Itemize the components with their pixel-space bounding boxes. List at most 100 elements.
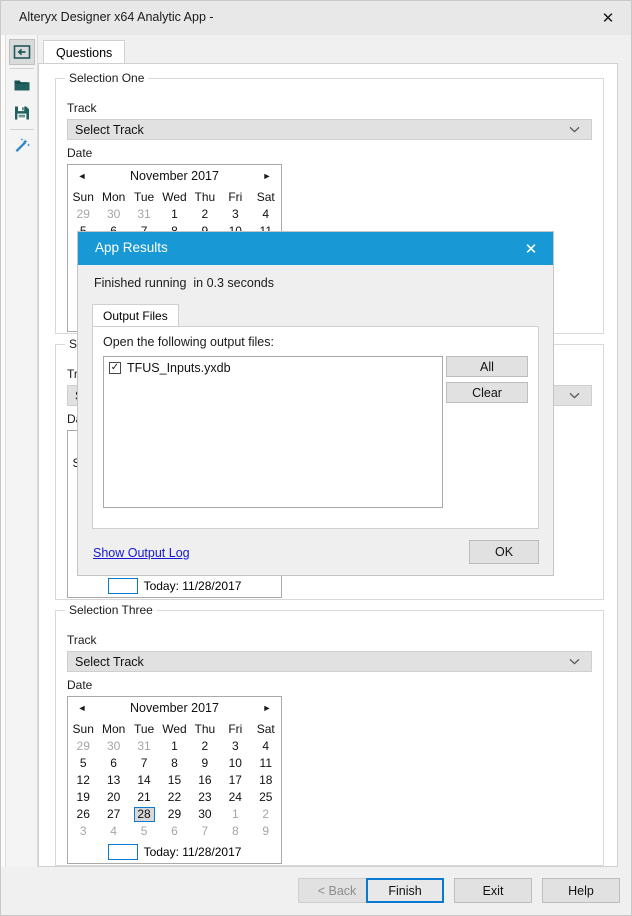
- date-calendar-three[interactable]: ◄ November 2017 ► Sun Mon Tue Wed Thu Fri Sat …: [67, 696, 282, 864]
- help-button[interactable]: Help: [542, 878, 620, 903]
- calendar-day[interactable]: 6: [98, 755, 128, 772]
- calendar-day[interactable]: 27: [98, 806, 128, 823]
- tab-questions[interactable]: Questions: [43, 40, 126, 64]
- calendar-day-number: 14: [137, 773, 151, 787]
- calendar-today-label-two[interactable]: Today: 11/28/2017: [144, 579, 242, 593]
- calendar-day[interactable]: 3: [68, 823, 98, 840]
- calendar-day[interactable]: 7: [129, 755, 159, 772]
- calendar-day[interactable]: 29: [68, 206, 98, 223]
- calendar-month-title-one[interactable]: November 2017: [130, 169, 219, 183]
- exit-button[interactable]: Exit: [454, 878, 532, 903]
- back-button[interactable]: < Back: [298, 878, 376, 903]
- calendar-day[interactable]: 29: [159, 806, 189, 823]
- calendar-day[interactable]: 9: [251, 823, 281, 840]
- calendar-day[interactable]: 23: [190, 789, 220, 806]
- calendar-day[interactable]: 19: [68, 789, 98, 806]
- calendar-prev-icon[interactable]: ◄: [71, 165, 93, 187]
- finish-button[interactable]: Finish: [366, 878, 444, 903]
- calendar-day[interactable]: 5: [129, 823, 159, 840]
- calendar-day-number: 26: [76, 807, 90, 821]
- calendar-day[interactable]: 8: [220, 823, 250, 840]
- file-checkbox[interactable]: ✓: [109, 362, 121, 374]
- calendar-day[interactable]: 1: [159, 738, 189, 755]
- calendar-day[interactable]: 2: [251, 806, 281, 823]
- track-select-three[interactable]: Select Track: [67, 651, 592, 672]
- calendar-day-selected[interactable]: 28: [129, 806, 159, 823]
- calendar-day-number: 4: [110, 824, 117, 838]
- calendar-day[interactable]: 30: [98, 738, 128, 755]
- calendar-day[interactable]: 24: [220, 789, 250, 806]
- window-titlebar: Alteryx Designer x64 Analytic App - ✕: [1, 1, 631, 35]
- calendar-weekday: Wed: [162, 189, 187, 204]
- calendar-day-number: 20: [106, 790, 121, 804]
- calendar-day[interactable]: 5: [68, 755, 98, 772]
- calendar-day[interactable]: 13: [98, 772, 128, 789]
- magic-wand-icon[interactable]: [10, 134, 34, 158]
- calendar-day-number: 30: [106, 207, 121, 221]
- calendar-day[interactable]: 17: [220, 772, 250, 789]
- back-arrow-icon[interactable]: [9, 39, 35, 65]
- calendar-day[interactable]: 31: [129, 738, 159, 755]
- group-selection-three: Selection Three Track Select Track Date …: [55, 603, 604, 866]
- calendar-day-number: 19: [76, 790, 90, 804]
- calendar-day[interactable]: 26: [68, 806, 98, 823]
- save-disk-icon[interactable]: [10, 101, 34, 125]
- calendar-day[interactable]: 16: [190, 772, 220, 789]
- calendar-grid-three: Sun Mon Tue Wed Thu Fri Sat 29 30 31 1 2 3 4 5 6 7 8 9 10 1…: [68, 719, 281, 840]
- output-files-list[interactable]: ✓ TFUS_Inputs.yxdb: [103, 356, 443, 508]
- calendar-day[interactable]: 10: [220, 755, 250, 772]
- folder-open-icon[interactable]: [10, 73, 34, 97]
- calendar-prev-icon[interactable]: ◄: [71, 697, 93, 719]
- show-output-log-link[interactable]: Show Output Log: [93, 546, 190, 560]
- calendar-day[interactable]: 2: [190, 738, 220, 755]
- calendar-day[interactable]: 9: [190, 755, 220, 772]
- calendar-day[interactable]: 21: [129, 789, 159, 806]
- calendar-day[interactable]: 1: [220, 806, 250, 823]
- calendar-day-number: 28: [133, 807, 155, 822]
- select-all-button[interactable]: All: [446, 356, 528, 377]
- app-results-close-button[interactable]: ✕: [509, 232, 553, 265]
- calendar-day[interactable]: 11: [251, 755, 281, 772]
- ok-button[interactable]: OK: [469, 540, 539, 564]
- calendar-day-number: 29: [76, 207, 90, 221]
- calendar-day[interactable]: 15: [159, 772, 189, 789]
- calendar-day[interactable]: 12: [68, 772, 98, 789]
- track-label-one: Track: [67, 101, 97, 115]
- calendar-day[interactable]: 30: [98, 206, 128, 223]
- calendar-day-number: 29: [167, 807, 182, 821]
- calendar-day[interactable]: 7: [190, 823, 220, 840]
- calendar-day[interactable]: 8: [159, 755, 189, 772]
- calendar-day[interactable]: 4: [251, 738, 281, 755]
- calendar-day[interactable]: 6: [159, 823, 189, 840]
- list-item[interactable]: ✓ TFUS_Inputs.yxdb: [104, 357, 442, 375]
- left-icon-rail: [6, 35, 38, 915]
- calendar-next-icon[interactable]: ►: [256, 697, 278, 719]
- tab-output-files[interactable]: Output Files: [92, 304, 179, 327]
- calendar-weekday: Thu: [194, 189, 216, 204]
- window-close-button[interactable]: ✕: [585, 1, 631, 35]
- calendar-day[interactable]: 18: [251, 772, 281, 789]
- calendar-day[interactable]: 22: [159, 789, 189, 806]
- calendar-month-title-three[interactable]: November 2017: [130, 701, 219, 715]
- calendar-day[interactable]: 20: [98, 789, 128, 806]
- calendar-day[interactable]: 25: [251, 789, 281, 806]
- calendar-day[interactable]: 3: [220, 206, 250, 223]
- calendar-week-row: 19 20 21 22 23 24 25: [68, 789, 281, 806]
- calendar-day[interactable]: 31: [129, 206, 159, 223]
- calendar-next-icon[interactable]: ►: [256, 165, 278, 187]
- calendar-day-number: 10: [228, 756, 242, 770]
- calendar-day-number: 24: [228, 790, 242, 804]
- app-results-titlebar: App Results ✕: [78, 232, 553, 265]
- calendar-today-label-three[interactable]: Today: 11/28/2017: [144, 845, 242, 859]
- calendar-day[interactable]: 14: [129, 772, 159, 789]
- wizard-button-bar: < Back Finish Exit Help: [1, 867, 631, 915]
- calendar-day[interactable]: 2: [190, 206, 220, 223]
- calendar-day[interactable]: 29: [68, 738, 98, 755]
- calendar-day[interactable]: 1: [159, 206, 189, 223]
- calendar-day[interactable]: 4: [251, 206, 281, 223]
- calendar-day[interactable]: 4: [98, 823, 128, 840]
- clear-selection-button[interactable]: Clear: [446, 382, 528, 403]
- calendar-day[interactable]: 3: [220, 738, 250, 755]
- calendar-day[interactable]: 30: [190, 806, 220, 823]
- track-select-one[interactable]: Select Track: [67, 119, 592, 140]
